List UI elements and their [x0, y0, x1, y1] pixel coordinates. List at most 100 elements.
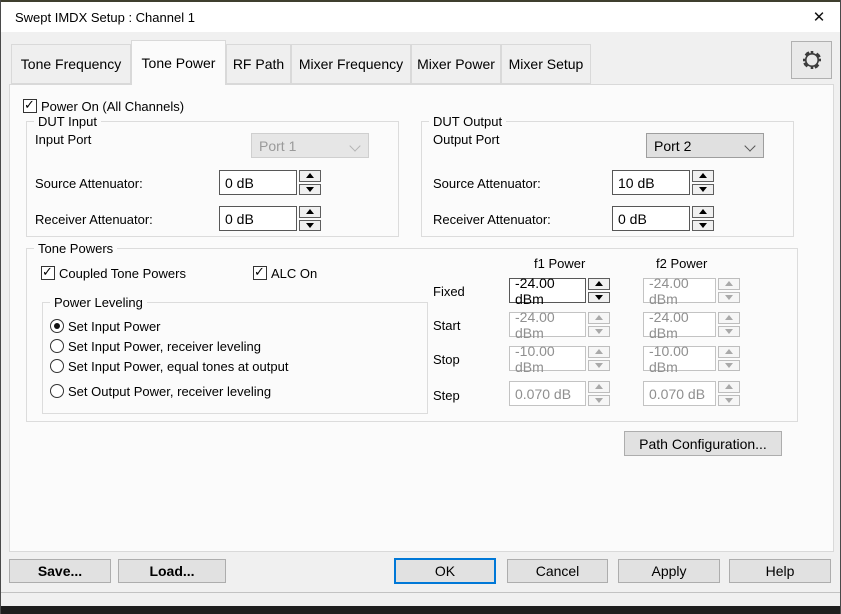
- output-port-combobox[interactable]: Port 2: [646, 133, 764, 158]
- title-bar[interactable]: Swept IMDX Setup : Channel 1 ✕: [1, 2, 841, 32]
- spinner-up-button[interactable]: [692, 170, 714, 182]
- spinner-down-button[interactable]: [299, 220, 321, 232]
- spinner-down-icon: [699, 223, 707, 228]
- spinner-down-button: [718, 326, 740, 338]
- spinner-up-icon: [725, 315, 733, 320]
- spinner-down-icon: [595, 398, 603, 403]
- radio-set-input-power[interactable]: [50, 319, 64, 333]
- spinner-down-icon: [699, 187, 707, 192]
- ok-button[interactable]: OK: [394, 558, 496, 584]
- spinner-up-button[interactable]: [299, 170, 321, 182]
- spinner-up-icon: [699, 209, 707, 214]
- output-source-attenuator-label: Source Attenuator:: [433, 176, 541, 191]
- f1-fixed-spinner[interactable]: [588, 278, 610, 303]
- tab-tone-power[interactable]: Tone Power: [131, 40, 226, 85]
- output-receiver-attenuator-field[interactable]: 0 dB: [612, 206, 690, 231]
- input-port-label: Input Port: [35, 132, 91, 147]
- tab-label: Mixer Power: [417, 56, 495, 72]
- spinner-down-button[interactable]: [299, 184, 321, 196]
- radio-set-input-power-equal-tones-label: Set Input Power, equal tones at output: [68, 359, 288, 374]
- spinner-down-button[interactable]: [588, 292, 610, 304]
- spinner-up-icon: [699, 173, 707, 178]
- spinner-up-icon: [595, 315, 603, 320]
- input-source-attenuator-label: Source Attenuator:: [35, 176, 143, 191]
- spinner-up-button[interactable]: [692, 206, 714, 218]
- spinner-down-button: [588, 326, 610, 338]
- output-source-attenuator-field[interactable]: 10 dB: [612, 170, 690, 195]
- settings-button[interactable]: [791, 41, 832, 79]
- tab-rf-path[interactable]: RF Path: [226, 44, 291, 84]
- coupled-tone-powers-checkbox[interactable]: ✓: [41, 266, 55, 280]
- spinner-up-button: [588, 312, 610, 324]
- f1-fixed-field[interactable]: -24.00 dBm: [509, 278, 586, 303]
- row-label-stop: Stop: [433, 352, 460, 367]
- tab-tone-frequency[interactable]: Tone Frequency: [11, 44, 131, 84]
- output-receiver-attenuator-label: Receiver Attenuator:: [433, 212, 551, 227]
- output-port-value: Port 2: [654, 138, 691, 154]
- spinner-up-icon: [725, 281, 733, 286]
- tab-mixer-setup[interactable]: Mixer Setup: [501, 44, 591, 84]
- dut-output-group-title: DUT Output: [429, 114, 506, 129]
- apply-button[interactable]: Apply: [618, 559, 720, 583]
- tab-label: Mixer Frequency: [299, 56, 403, 72]
- coupled-tone-powers-label: Coupled Tone Powers: [59, 266, 186, 281]
- cancel-button[interactable]: Cancel: [507, 559, 608, 583]
- f2-start-spinner: [718, 312, 740, 337]
- spinner-down-button[interactable]: [692, 220, 714, 232]
- f2-step-spinner: [718, 381, 740, 406]
- tab-mixer-frequency[interactable]: Mixer Frequency: [291, 44, 411, 84]
- spinner-down-button[interactable]: [692, 184, 714, 196]
- spinner-up-button[interactable]: [299, 206, 321, 218]
- power-on-label: Power On (All Channels): [41, 99, 184, 114]
- output-receiver-attenuator-spinner[interactable]: [692, 206, 714, 231]
- check-icon: ✓: [24, 97, 35, 113]
- tab-mixer-power[interactable]: Mixer Power: [411, 44, 501, 84]
- close-button[interactable]: ✕: [806, 6, 832, 28]
- tab-label: Tone Power: [142, 55, 216, 71]
- spinner-up-icon: [595, 281, 603, 286]
- input-source-attenuator-field[interactable]: 0 dB: [219, 170, 297, 195]
- input-source-attenuator-spinner[interactable]: [299, 170, 321, 195]
- spinner-up-button: [588, 346, 610, 358]
- spinner-up-icon: [595, 349, 603, 354]
- close-icon: ✕: [813, 8, 826, 26]
- radio-dot: [54, 323, 60, 329]
- dialog-bottom-edge: [1, 592, 841, 593]
- row-label-fixed: Fixed: [433, 284, 465, 299]
- input-port-combobox: Port 1: [251, 133, 369, 158]
- f2-stop-field: -10.00 dBm: [643, 346, 716, 371]
- f2-stop-spinner: [718, 346, 740, 371]
- f2-power-header: f2 Power: [656, 256, 707, 271]
- spinner-down-button: [718, 292, 740, 304]
- spinner-up-icon: [306, 173, 314, 178]
- output-source-attenuator-spinner[interactable]: [692, 170, 714, 195]
- tone-powers-group-title: Tone Powers: [34, 241, 117, 256]
- save-button[interactable]: Save...: [9, 559, 111, 583]
- path-configuration-button[interactable]: Path Configuration...: [624, 431, 782, 456]
- radio-set-input-power-equal-tones[interactable]: [50, 359, 64, 373]
- load-button[interactable]: Load...: [118, 559, 226, 583]
- power-on-checkbox[interactable]: ✓: [23, 99, 37, 113]
- chevron-down-icon: [744, 140, 755, 151]
- spinner-up-icon: [725, 349, 733, 354]
- spinner-down-icon: [595, 295, 603, 300]
- spinner-up-button: [588, 381, 610, 393]
- radio-set-input-power-receiver-leveling[interactable]: [50, 339, 64, 353]
- spinner-up-button[interactable]: [588, 278, 610, 290]
- f1-power-header: f1 Power: [534, 256, 585, 271]
- f1-stop-field: -10.00 dBm: [509, 346, 586, 371]
- input-receiver-attenuator-field[interactable]: 0 dB: [219, 206, 297, 231]
- alc-on-checkbox[interactable]: ✓: [253, 266, 267, 280]
- help-button[interactable]: Help: [729, 559, 831, 583]
- spinner-up-button: [718, 278, 740, 290]
- spinner-down-icon: [725, 363, 733, 368]
- spinner-down-icon: [725, 398, 733, 403]
- spinner-up-button: [718, 312, 740, 324]
- input-receiver-attenuator-spinner[interactable]: [299, 206, 321, 231]
- alc-on-label: ALC On: [271, 266, 317, 281]
- power-leveling-group-title: Power Leveling: [50, 295, 147, 310]
- spinner-down-icon: [725, 295, 733, 300]
- spinner-up-button: [718, 381, 740, 393]
- swept-imdx-setup-dialog: Swept IMDX Setup : Channel 1 ✕ Tone Freq…: [0, 0, 841, 614]
- radio-set-output-power-receiver-leveling[interactable]: [50, 384, 64, 398]
